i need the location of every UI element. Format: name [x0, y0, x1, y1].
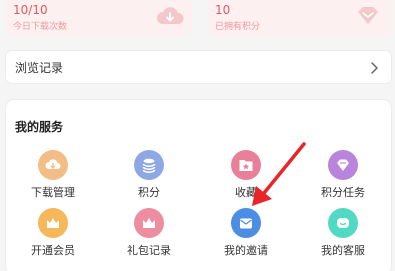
- download-cloud-icon: [156, 4, 184, 28]
- service-membership[interactable]: 开通会员: [13, 208, 93, 258]
- points-label: 已拥有积分: [215, 22, 261, 32]
- service-label: 礼包记录: [127, 244, 171, 257]
- service-label: 积分任务: [321, 186, 365, 199]
- star-folder-icon: [231, 150, 261, 180]
- service-label: 开通会员: [31, 244, 75, 257]
- download-count-label: 今日下载次数: [13, 22, 68, 32]
- download-count-card: 10/10 今日下载次数: [6, 0, 192, 36]
- browse-history-row[interactable]: 浏览记录: [6, 51, 391, 83]
- chevron-right-icon: [367, 60, 381, 74]
- service-download-manager[interactable]: 下载管理: [13, 150, 93, 200]
- service-customer-support[interactable]: 我的客服: [303, 208, 383, 258]
- service-point-tasks[interactable]: 积分任务: [303, 150, 383, 200]
- crown-icon: [38, 208, 68, 238]
- download-icon: [38, 150, 68, 180]
- service-label: 积分: [138, 186, 160, 199]
- my-services-card: 我的服务 下载管理 积分 收藏 积分任务 开通会员 礼包记录 我的邀请 我的客服: [6, 100, 391, 271]
- service-favorites[interactable]: 收藏: [206, 150, 286, 200]
- service-points[interactable]: 积分: [109, 150, 189, 200]
- mail-icon: [231, 208, 261, 238]
- customer-service-icon: [328, 208, 358, 238]
- gift-icon: [134, 208, 164, 238]
- coins-icon: [134, 150, 164, 180]
- diamond-icon: [328, 150, 358, 180]
- service-label: 我的邀请: [224, 244, 268, 257]
- service-label: 我的客服: [321, 244, 365, 257]
- download-count-value: 10/10: [13, 3, 48, 17]
- service-my-invitations[interactable]: 我的邀请: [206, 208, 286, 258]
- browse-history-label: 浏览记录: [15, 61, 64, 75]
- service-label: 收藏: [235, 186, 257, 199]
- service-gift-records[interactable]: 礼包记录: [109, 208, 189, 258]
- services-title: 我的服务: [15, 120, 64, 134]
- diamond-icon: [354, 4, 382, 28]
- points-value: 10: [215, 3, 231, 17]
- service-label: 下载管理: [31, 186, 75, 199]
- points-card: 10 已拥有积分: [208, 0, 391, 36]
